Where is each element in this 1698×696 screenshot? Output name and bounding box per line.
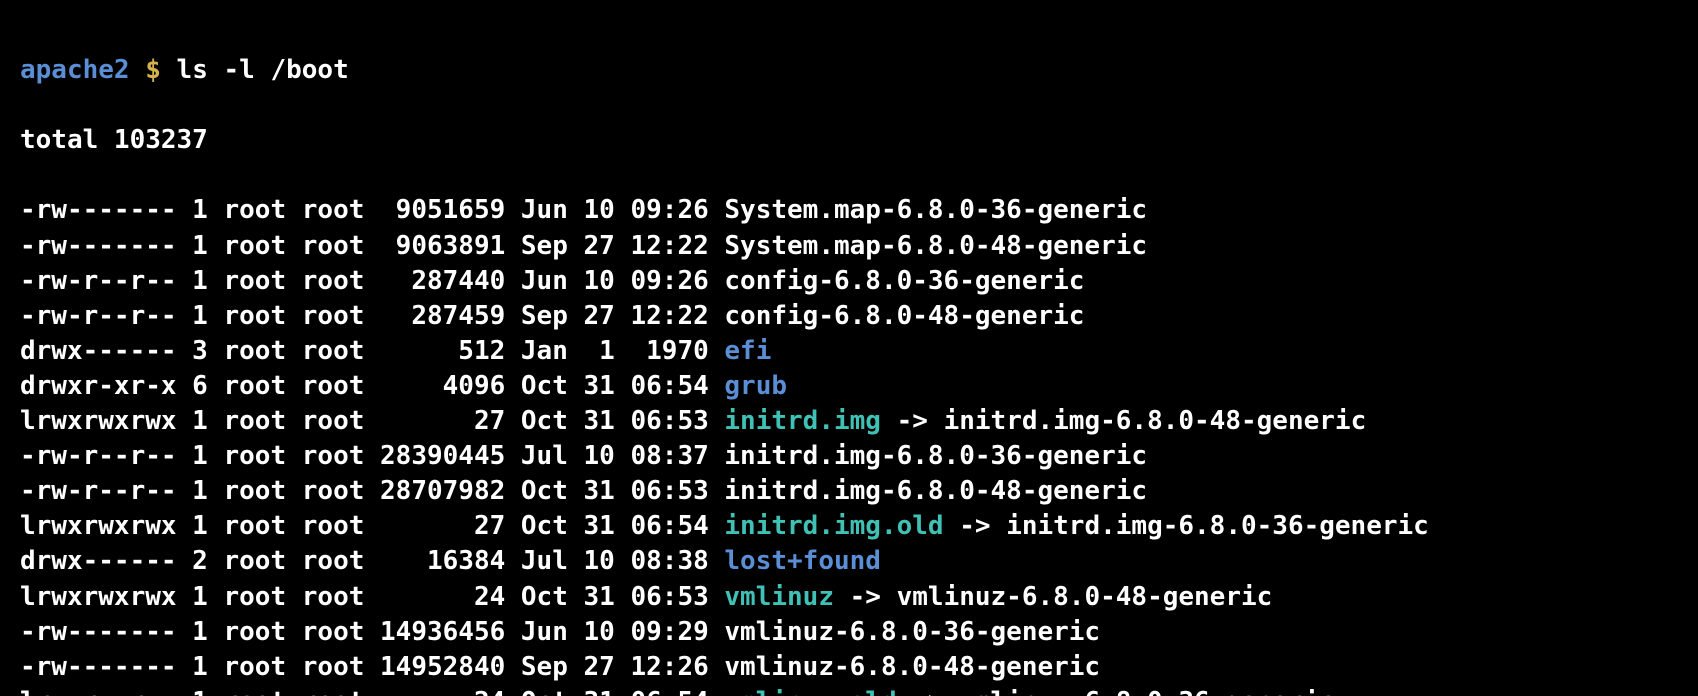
file-name: lost+found — [724, 546, 881, 576]
file-name: vmlinuz.old — [724, 687, 896, 696]
symlink-target: initrd.img-6.8.0-36-generic — [1006, 511, 1429, 541]
list-row: -rw------- 1 root root 14936456 Jun 10 0… — [20, 615, 1678, 650]
list-row: -rw-r--r-- 1 root root 287440 Jun 10 09:… — [20, 264, 1678, 299]
list-row-meta: drwx------ 3 root root 512 Jan 1 1970 — [20, 336, 724, 366]
prompt-host: apache2 — [20, 55, 130, 85]
list-row: lrwxrwxrwx 1 root root 24 Oct 31 06:54 v… — [20, 685, 1678, 696]
file-name: initrd.img.old — [724, 511, 943, 541]
list-row: drwxr-xr-x 6 root root 4096 Oct 31 06:54… — [20, 369, 1678, 404]
list-row: lrwxrwxrwx 1 root root 27 Oct 31 06:54 i… — [20, 509, 1678, 544]
list-row-meta: -rw------- 1 root root 9051659 Jun 10 09… — [20, 195, 724, 225]
terminal[interactable]: apache2 $ ls -l /boot total 103237 -rw--… — [0, 0, 1698, 696]
file-name: System.map-6.8.0-48-generic — [724, 231, 1147, 261]
file-name: efi — [724, 336, 771, 366]
file-name: System.map-6.8.0-36-generic — [724, 195, 1147, 225]
symlink-arrow: -> — [881, 406, 944, 436]
symlink-target: initrd.img-6.8.0-48-generic — [944, 406, 1367, 436]
list-row: -rw------- 1 root root 9051659 Jun 10 09… — [20, 193, 1678, 228]
list-row: -rw------- 1 root root 9063891 Sep 27 12… — [20, 229, 1678, 264]
list-row: -rw-r--r-- 1 root root 287459 Sep 27 12:… — [20, 299, 1678, 334]
list-row-meta: lrwxrwxrwx 1 root root 24 Oct 31 06:54 — [20, 687, 724, 696]
list-row-meta: lrwxrwxrwx 1 root root 24 Oct 31 06:53 — [20, 582, 724, 612]
symlink-arrow: -> — [944, 511, 1007, 541]
symlink-target: vmlinuz-6.8.0-48-generic — [897, 582, 1273, 612]
list-row: -rw------- 1 root root 14952840 Sep 27 1… — [20, 650, 1678, 685]
total-line: total 103237 — [20, 123, 1678, 158]
list-row-meta: -rw------- 1 root root 9063891 Sep 27 12… — [20, 231, 724, 261]
file-name: grub — [724, 371, 787, 401]
prompt-sigil: $ — [145, 55, 161, 85]
list-row-meta: -rw-r--r-- 1 root root 28390445 Jul 10 0… — [20, 441, 724, 471]
list-row-meta: -rw------- 1 root root 14936456 Jun 10 0… — [20, 617, 724, 647]
file-name: vmlinuz-6.8.0-36-generic — [724, 617, 1100, 647]
list-row-meta: -rw------- 1 root root 14952840 Sep 27 1… — [20, 652, 724, 682]
command-line: apache2 $ ls -l /boot — [20, 53, 1678, 88]
list-row-meta: drwx------ 2 root root 16384 Jul 10 08:3… — [20, 546, 724, 576]
listing: -rw------- 1 root root 9051659 Jun 10 09… — [20, 193, 1678, 696]
file-name: initrd.img — [724, 406, 881, 436]
file-name: initrd.img-6.8.0-36-generic — [724, 441, 1147, 471]
list-row-meta: -rw-r--r-- 1 root root 287459 Sep 27 12:… — [20, 301, 724, 331]
list-row: -rw-r--r-- 1 root root 28390445 Jul 10 0… — [20, 439, 1678, 474]
list-row-meta: lrwxrwxrwx 1 root root 27 Oct 31 06:54 — [20, 511, 724, 541]
file-name: config-6.8.0-48-generic — [724, 301, 1084, 331]
file-name: config-6.8.0-36-generic — [724, 266, 1084, 296]
file-name: initrd.img-6.8.0-48-generic — [724, 476, 1147, 506]
list-row: -rw-r--r-- 1 root root 28707982 Oct 31 0… — [20, 474, 1678, 509]
symlink-arrow: -> — [834, 582, 897, 612]
symlink-target: vmlinuz-6.8.0-36-generic — [959, 687, 1335, 696]
file-name: vmlinuz-6.8.0-48-generic — [724, 652, 1100, 682]
prompt-command: ls -l /boot — [177, 55, 349, 85]
symlink-arrow: -> — [897, 687, 960, 696]
list-row: drwx------ 2 root root 16384 Jul 10 08:3… — [20, 544, 1678, 579]
list-row: lrwxrwxrwx 1 root root 27 Oct 31 06:53 i… — [20, 404, 1678, 439]
list-row-meta: -rw-r--r-- 1 root root 287440 Jun 10 09:… — [20, 266, 724, 296]
list-row-meta: lrwxrwxrwx 1 root root 27 Oct 31 06:53 — [20, 406, 724, 436]
list-row: lrwxrwxrwx 1 root root 24 Oct 31 06:53 v… — [20, 580, 1678, 615]
list-row: drwx------ 3 root root 512 Jan 1 1970 ef… — [20, 334, 1678, 369]
list-row-meta: -rw-r--r-- 1 root root 28707982 Oct 31 0… — [20, 476, 724, 506]
list-row-meta: drwxr-xr-x 6 root root 4096 Oct 31 06:54 — [20, 371, 724, 401]
file-name: vmlinuz — [724, 582, 834, 612]
